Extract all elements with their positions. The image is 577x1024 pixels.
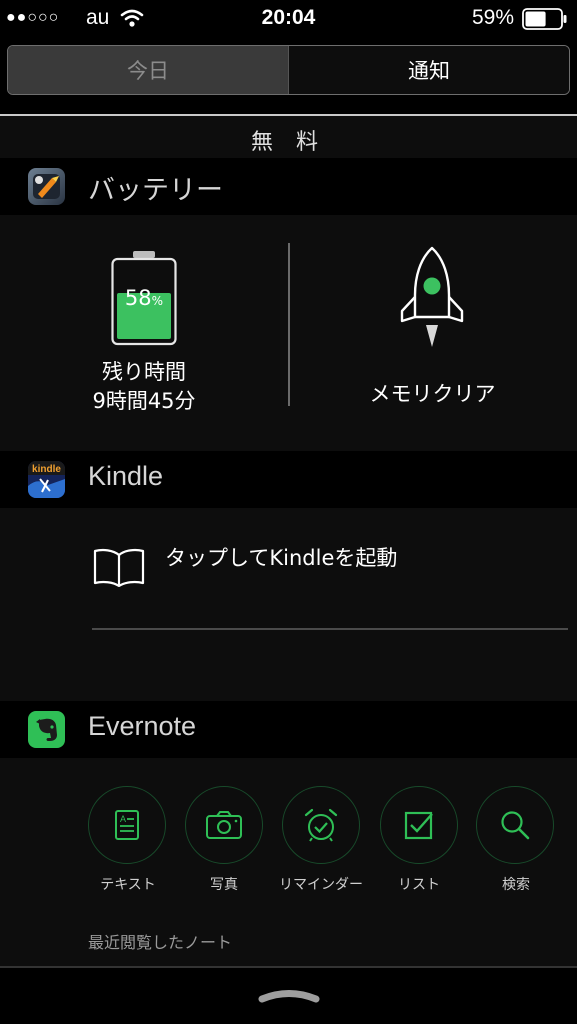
pull-up-handle-icon[interactable] bbox=[258, 988, 320, 1003]
battery-widget-divider bbox=[288, 243, 290, 406]
camera-icon bbox=[185, 786, 263, 864]
section-label: 無 料 bbox=[251, 130, 326, 155]
open-book-icon bbox=[91, 545, 147, 591]
evernote-action-reminder[interactable]: リマインダー bbox=[266, 786, 376, 894]
battery-widget-title: バッテリー bbox=[88, 175, 223, 205]
recent-notes-heading: 最近閲覧したノート bbox=[88, 933, 233, 952]
rocket-icon[interactable] bbox=[398, 245, 466, 354]
percent-sign: % bbox=[151, 294, 164, 308]
action-label: 検索 bbox=[502, 877, 530, 893]
kindle-app-icon: kindle bbox=[28, 461, 65, 498]
evernote-action-search[interactable]: 検索 bbox=[461, 786, 571, 894]
status-bar: ●●○○○ au 20:04 59% bbox=[0, 0, 577, 38]
action-label: リスト bbox=[398, 877, 440, 893]
action-label: リマインダー bbox=[279, 877, 363, 893]
evernote-action-list[interactable]: リスト bbox=[364, 786, 474, 894]
kindle-icon-text: kindle bbox=[32, 464, 61, 475]
evernote-app-icon bbox=[28, 711, 65, 748]
battery-gauge-percent: 58% bbox=[111, 286, 177, 310]
evernote-action-photo[interactable]: 写真 bbox=[169, 786, 279, 894]
text-note-icon: A bbox=[88, 786, 166, 864]
memory-clear-button[interactable]: メモリクリア bbox=[330, 378, 535, 408]
kindle-launch-link[interactable]: タップしてKindleを起動 bbox=[165, 542, 397, 572]
evernote-widget-title: Evernote bbox=[88, 711, 197, 741]
tab-today[interactable]: 今日 bbox=[8, 46, 289, 94]
kindle-widget-title: Kindle bbox=[88, 461, 164, 491]
evernote-widget-header[interactable] bbox=[0, 701, 577, 758]
battery-icon bbox=[522, 8, 568, 34]
today-notifications-segmented-control: 今日 通知 bbox=[7, 45, 570, 95]
action-label: テキスト bbox=[100, 877, 156, 893]
battery-widget-header[interactable] bbox=[0, 158, 577, 215]
action-label: 写真 bbox=[210, 877, 238, 893]
remaining-time-label: 残り時間 bbox=[102, 360, 186, 384]
battery-app-icon bbox=[28, 168, 65, 205]
battery-gauge-value: 58 bbox=[124, 286, 152, 310]
evernote-action-text[interactable]: A テキスト bbox=[73, 786, 183, 894]
battery-percent: 59% bbox=[472, 6, 515, 29]
search-icon bbox=[476, 786, 554, 864]
checkbox-icon bbox=[380, 786, 458, 864]
text-glyph: A bbox=[120, 814, 126, 824]
tab-notifications[interactable]: 通知 bbox=[289, 46, 569, 94]
kindle-widget-header[interactable] bbox=[0, 451, 577, 508]
kindle-divider bbox=[92, 628, 568, 630]
alarm-clock-icon bbox=[282, 786, 360, 864]
remaining-time-value: 9時間45分 bbox=[92, 389, 196, 413]
